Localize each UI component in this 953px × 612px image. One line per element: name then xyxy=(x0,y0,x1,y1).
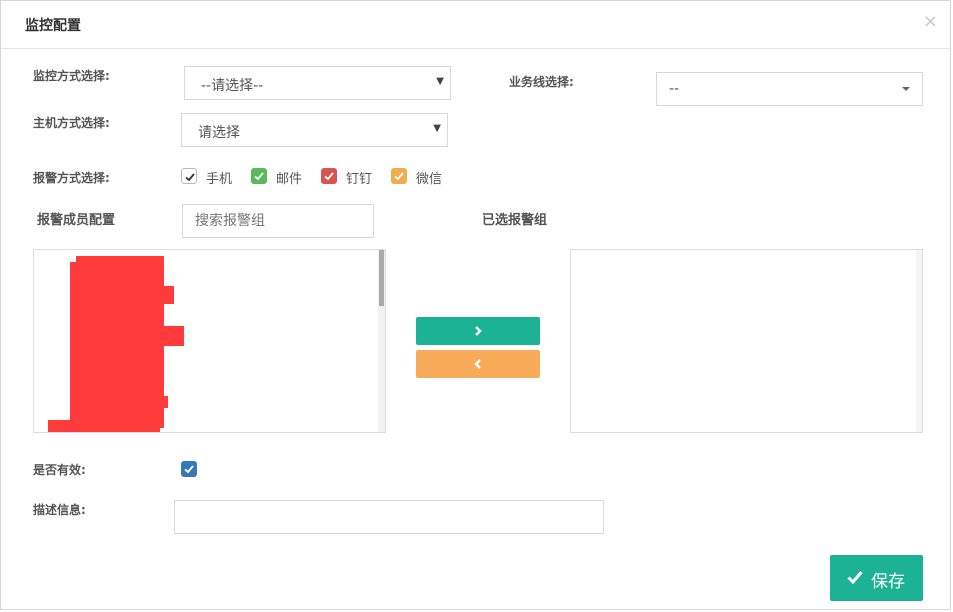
monitor-mode-select[interactable]: --请选择-- ▼ xyxy=(184,66,451,100)
host-mode-value: 请选择 xyxy=(198,125,240,141)
host-mode-label: 主机方式选择: xyxy=(33,116,110,130)
redacted-area xyxy=(154,396,168,408)
move-left-button[interactable] xyxy=(416,350,540,378)
save-button[interactable]: 保存 xyxy=(830,555,923,601)
save-label: 保存 xyxy=(871,572,905,592)
is-valid-label: 是否有效: xyxy=(33,463,86,477)
redacted-area xyxy=(164,326,184,346)
selected-groups-label: 已选报警组 xyxy=(482,213,548,228)
redacted-area xyxy=(164,286,174,304)
list-scrollbar[interactable] xyxy=(378,250,385,432)
check-icon xyxy=(324,172,334,181)
check-icon xyxy=(394,172,404,181)
alert-phone-label: 手机 xyxy=(206,172,233,187)
monitor-mode-value: --请选择-- xyxy=(201,78,264,94)
alert-phone-checkbox[interactable] xyxy=(181,168,197,184)
caret-down-icon xyxy=(902,87,910,91)
business-line-label: 业务线选择: xyxy=(509,75,574,89)
check-icon xyxy=(185,173,195,182)
description-label: 描述信息: xyxy=(33,503,86,517)
monitor-config-modal: 监控配置 × 监控方式选择: --请选择-- ▼ 业务线选择: -- 主机方式选… xyxy=(0,0,951,610)
chevron-down-icon: ▼ xyxy=(436,76,444,87)
business-line-value: -- xyxy=(669,81,680,97)
redacted-area xyxy=(76,256,164,428)
check-icon xyxy=(184,465,194,474)
alert-dingtalk-label: 钉钉 xyxy=(346,172,373,187)
alert-members-label: 报警成员配置 xyxy=(37,213,116,228)
redacted-area xyxy=(70,262,82,422)
list-scrollbar[interactable] xyxy=(916,250,922,432)
chevron-down-icon: ▼ xyxy=(433,123,441,134)
chevron-left-icon xyxy=(474,359,481,369)
check-icon xyxy=(254,172,264,181)
chevron-right-icon xyxy=(475,326,482,336)
close-button[interactable]: × xyxy=(923,11,938,33)
host-mode-select[interactable]: 请选择 ▼ xyxy=(181,113,448,147)
scrollbar-thumb[interactable] xyxy=(379,250,384,306)
available-groups-list[interactable] xyxy=(33,249,386,433)
is-valid-checkbox[interactable] xyxy=(181,461,197,477)
alert-wechat-checkbox[interactable] xyxy=(391,168,407,184)
alert-email-checkbox[interactable] xyxy=(251,168,267,184)
monitor-mode-label: 监控方式选择: xyxy=(33,69,110,83)
alert-dingtalk-checkbox[interactable] xyxy=(321,168,337,184)
modal-title: 监控配置 xyxy=(25,18,81,34)
business-line-select[interactable]: -- xyxy=(656,72,923,106)
modal-header: 监控配置 × xyxy=(1,1,950,49)
description-input[interactable] xyxy=(174,500,604,534)
alert-group-search-input[interactable] xyxy=(182,204,374,238)
alert-mode-label: 报警方式选择: xyxy=(33,171,110,185)
redacted-area xyxy=(48,420,160,432)
alert-email-label: 邮件 xyxy=(276,172,303,187)
move-right-button[interactable] xyxy=(416,317,540,345)
alert-wechat-label: 微信 xyxy=(416,172,443,187)
selected-groups-list[interactable] xyxy=(570,249,923,433)
check-icon xyxy=(847,571,863,584)
